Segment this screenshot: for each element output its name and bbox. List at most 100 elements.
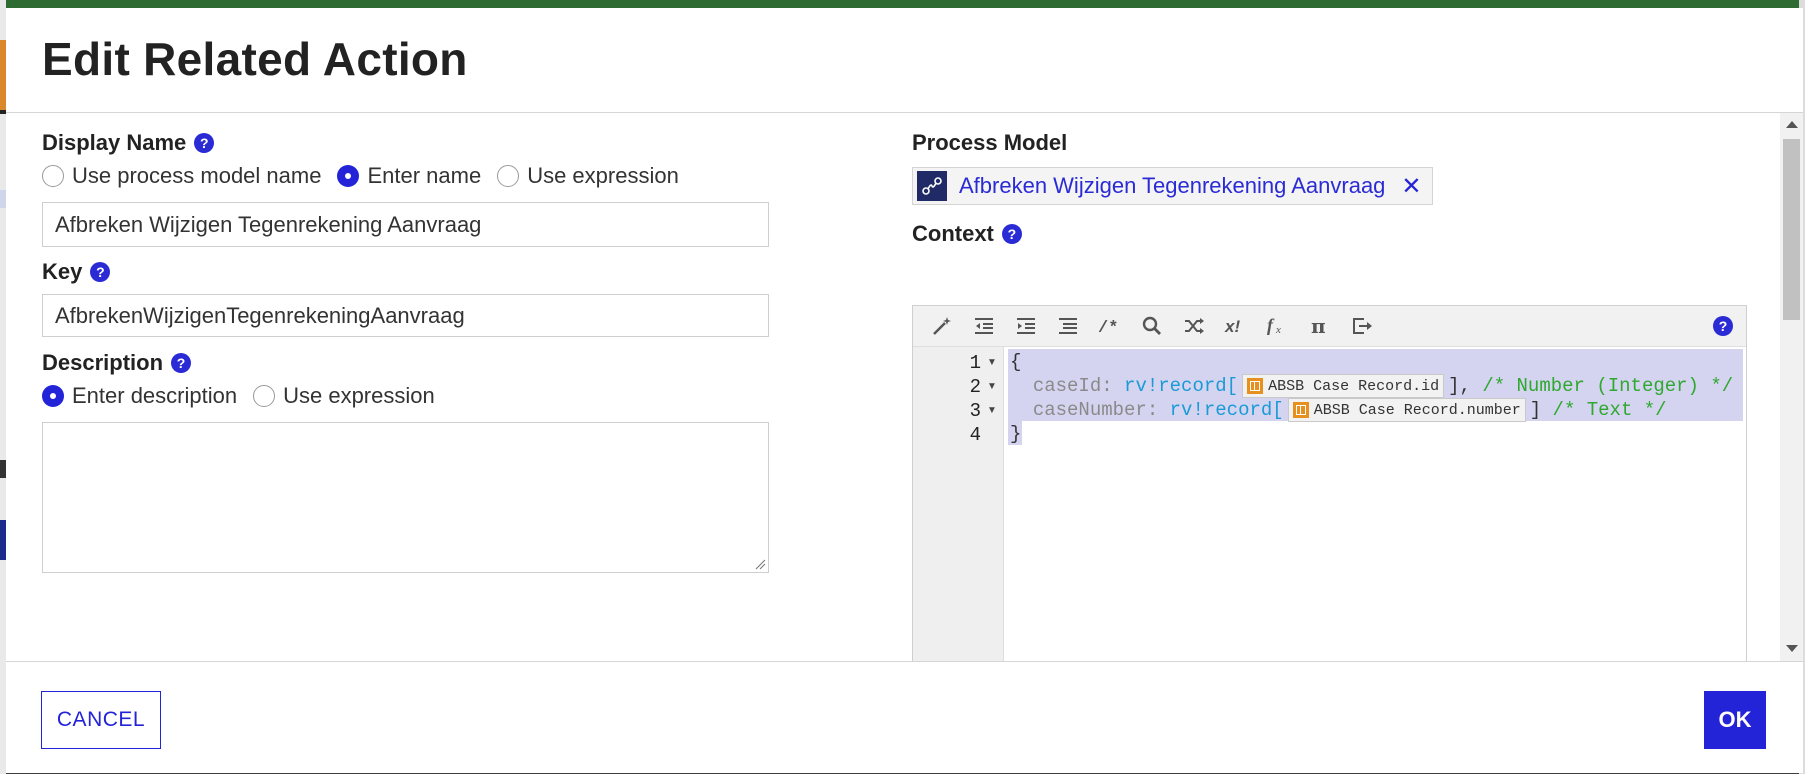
dialog-header: Edit Related Action xyxy=(6,8,1803,113)
dialog-body: Display Name ? Use process model name En… xyxy=(6,113,1803,661)
dialog-footer: CANCEL OK xyxy=(6,661,1803,773)
radio-enter-description[interactable]: Enter description xyxy=(42,383,237,409)
line-number: 1 xyxy=(969,352,981,374)
radio-description-use-expression[interactable]: Use expression xyxy=(253,383,435,409)
display-name-help-icon[interactable]: ? xyxy=(194,133,215,153)
code-function: rv!record[ xyxy=(1169,399,1284,421)
format-list-icon[interactable] xyxy=(1054,312,1082,340)
record-reference-chip[interactable]: ABSB Case Record.number xyxy=(1287,398,1526,422)
description-label: Description ? xyxy=(42,350,192,376)
description-textarea[interactable] xyxy=(42,422,769,573)
line-number: 2 xyxy=(969,376,981,398)
key-label: Key ? xyxy=(42,259,111,285)
x-bang-icon[interactable]: x! xyxy=(1222,312,1250,340)
line-number: 4 xyxy=(969,424,981,446)
fold-arrow-icon[interactable]: ▼ xyxy=(987,381,997,392)
radio-button[interactable] xyxy=(497,165,520,187)
background-app-bar xyxy=(0,0,1805,8)
code-line-4: } xyxy=(1010,422,1021,446)
key-input[interactable]: AfbrekenWijzigenTegenrekeningAanvraag xyxy=(42,294,769,337)
svg-text:x!: x! xyxy=(1224,317,1240,336)
context-label-text: Context xyxy=(912,221,994,246)
dialog-title: Edit Related Action xyxy=(42,33,468,85)
display-name-options: Use process model name Enter name Use ex… xyxy=(42,163,695,189)
radio-button[interactable] xyxy=(42,165,64,187)
fold-arrow-icon[interactable]: ▼ xyxy=(987,405,997,416)
description-label-text: Description xyxy=(42,350,164,375)
code-line-2: caseId: rv!record[ABSB Case Record.id], … xyxy=(1010,374,1733,398)
process-model-icon xyxy=(917,171,947,201)
process-model-link[interactable]: Afbreken Wijzigen Tegenrekening Aanvraag xyxy=(959,173,1385,199)
code-key: caseNumber xyxy=(1032,399,1147,421)
record-type-icon xyxy=(1247,378,1264,394)
pi-icon[interactable]: π xyxy=(1306,312,1334,340)
ok-button[interactable]: OK xyxy=(1704,691,1766,749)
radio-label: Enter description xyxy=(72,383,238,408)
context-help-icon[interactable]: ? xyxy=(1001,224,1022,244)
search-icon[interactable] xyxy=(1138,312,1166,340)
outdent-icon[interactable] xyxy=(970,312,998,340)
dialog-scrollbar[interactable] xyxy=(1780,113,1803,661)
shuffle-icon[interactable] xyxy=(1180,312,1208,340)
fold-arrow-icon[interactable]: ▼ xyxy=(987,357,997,368)
scroll-thumb[interactable] xyxy=(1783,139,1800,320)
function-icon[interactable]: fx xyxy=(1264,312,1292,340)
comment-icon[interactable]: /* xyxy=(1096,312,1124,340)
radio-label: Use process model name xyxy=(72,163,322,188)
code-comment: /* Text */ xyxy=(1552,399,1667,421)
record-reference-text: ABSB Case Record.number xyxy=(1313,401,1521,419)
radio-button[interactable] xyxy=(253,385,276,407)
code-area[interactable]: { caseId: rv!record[ABSB Case Record.id]… xyxy=(1004,347,1744,661)
code-colon: : xyxy=(1101,375,1113,397)
remove-process-model-icon[interactable]: ✕ xyxy=(1401,172,1421,201)
svg-text:π: π xyxy=(1311,315,1326,337)
process-model-chip[interactable]: Afbreken Wijzigen Tegenrekening Aanvraag… xyxy=(912,167,1433,205)
radio-label: Use expression xyxy=(527,163,679,188)
code-colon: : xyxy=(1146,399,1159,421)
code-open-brace: { xyxy=(1010,351,1022,373)
line-number-gutter: 1 ▼ 2 ▼ 3 ▼ 4 xyxy=(913,347,1004,661)
code-line-3: caseNumber: rv!record[ ABSB Case Record.n… xyxy=(1010,398,1667,422)
cancel-button[interactable]: CANCEL xyxy=(41,691,161,749)
process-model-label: Process Model xyxy=(912,130,1067,156)
svg-text:/*: /* xyxy=(1098,319,1118,337)
display-name-label-text: Display Name xyxy=(42,130,187,155)
editor-toolbar: /* x! fx π ? xyxy=(913,306,1746,347)
key-label-text: Key xyxy=(42,259,83,284)
display-name-input[interactable]: Afbreken Wijzigen Tegenrekening Aanvraag xyxy=(42,202,769,247)
record-reference-chip[interactable]: ABSB Case Record.id xyxy=(1242,374,1445,398)
line-number: 3 xyxy=(969,400,981,422)
display-name-label: Display Name ? xyxy=(42,130,215,156)
key-value: AfbrekenWijzigenTegenrekeningAanvraag xyxy=(55,302,465,328)
edit-related-action-dialog: Edit Related Action Display Name ? Use p… xyxy=(6,8,1803,773)
resize-grip-icon[interactable] xyxy=(754,558,766,570)
radio-label: Use expression xyxy=(283,383,435,408)
display-name-value: Afbreken Wijzigen Tegenrekening Aanvraag xyxy=(55,211,482,237)
description-help-icon[interactable]: ? xyxy=(171,353,192,373)
radio-use-process-model-name[interactable]: Use process model name xyxy=(42,163,321,189)
radio-label: Enter name xyxy=(367,163,482,188)
code-close: ], xyxy=(1448,375,1471,397)
process-model-label-text: Process Model xyxy=(912,130,1068,155)
radio-enter-name[interactable]: Enter name xyxy=(337,163,481,189)
code-close-brace: } xyxy=(1010,423,1022,445)
editor-help-icon[interactable]: ? xyxy=(1709,312,1737,340)
radio-use-expression[interactable]: Use expression xyxy=(497,163,679,189)
export-icon[interactable] xyxy=(1348,312,1376,340)
code-close: ] xyxy=(1529,399,1542,421)
expression-editor[interactable]: /* x! fx π ? 1 ▼ 2 ▼ 3 ▼ 4 {caseId: rv… xyxy=(912,305,1747,661)
scroll-up-arrow-icon[interactable] xyxy=(1786,121,1798,128)
radio-button-selected[interactable] xyxy=(42,385,64,407)
svg-text:f: f xyxy=(1267,315,1275,335)
magic-wand-icon[interactable] xyxy=(928,312,956,340)
context-label: Context ? xyxy=(912,221,1022,247)
svg-text:x: x xyxy=(1275,324,1281,336)
description-options: Enter description Use expression xyxy=(42,383,451,409)
code-function: rv!record[ xyxy=(1124,375,1239,397)
code-comment: /* Number (Integer) */ xyxy=(1482,375,1734,397)
record-reference-text: ABSB Case Record.id xyxy=(1268,377,1440,395)
key-help-icon[interactable]: ? xyxy=(90,262,111,282)
scroll-down-arrow-icon[interactable] xyxy=(1786,645,1798,652)
radio-button-selected[interactable] xyxy=(337,165,360,187)
indent-icon[interactable] xyxy=(1012,312,1040,340)
